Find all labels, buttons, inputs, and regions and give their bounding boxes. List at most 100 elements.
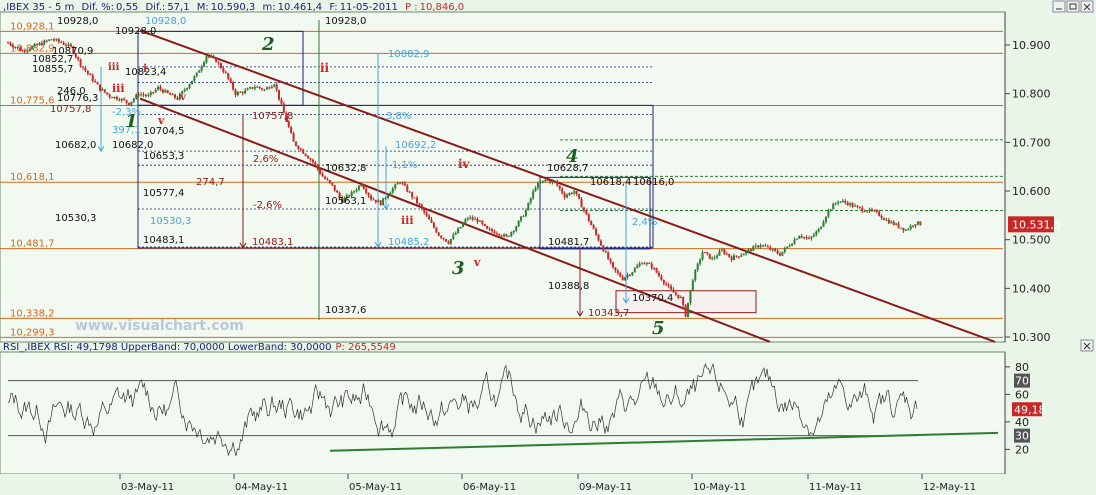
price-axis-label: 10.500 xyxy=(1012,234,1051,247)
price-annotation: 2,6% xyxy=(253,154,278,165)
candle-body xyxy=(45,40,48,42)
date-axis-label: 11-May-11 xyxy=(809,482,862,493)
candle-body xyxy=(60,41,63,43)
candle-body xyxy=(326,178,329,181)
candle-body xyxy=(294,141,297,146)
candle-body xyxy=(241,92,244,94)
candle-body xyxy=(679,297,682,299)
candle-body xyxy=(9,42,12,45)
candle-body xyxy=(55,39,58,41)
fib-level-label: 10,338,2 xyxy=(10,308,55,319)
candle-body xyxy=(186,87,189,90)
candle-body xyxy=(142,94,145,96)
candle-body xyxy=(711,258,714,260)
candle-body xyxy=(824,216,827,222)
candle-body xyxy=(147,94,150,96)
elliott-wave-label: iii xyxy=(401,214,414,227)
price-annotation: 3,8% xyxy=(386,111,411,122)
price-annotation: 10563,1 xyxy=(325,196,366,207)
price-axis-label: 10.300 xyxy=(1012,331,1051,344)
candle-body xyxy=(188,84,191,88)
candle-body xyxy=(21,50,24,52)
candle-body xyxy=(26,50,29,52)
price-annotation: -2,6% xyxy=(253,200,282,211)
candle-body xyxy=(234,89,237,96)
candle-body xyxy=(532,191,535,199)
candle-body xyxy=(161,89,164,93)
candle-body xyxy=(708,253,711,259)
candle-body xyxy=(904,229,907,231)
candle-body xyxy=(875,210,878,212)
maximize-button[interactable] xyxy=(1066,0,1080,13)
candle-body xyxy=(849,203,852,206)
candle-body xyxy=(578,194,581,199)
candle-body xyxy=(805,237,808,239)
candle-body xyxy=(299,148,302,150)
candle-body xyxy=(870,209,873,211)
candle-body xyxy=(38,42,41,45)
candle-body xyxy=(524,210,527,217)
candle-body xyxy=(696,263,699,271)
candle-body xyxy=(556,181,559,186)
candle-body xyxy=(498,233,501,236)
candle-body xyxy=(478,220,481,222)
price-annotation: 10928,0 xyxy=(325,16,366,27)
candle-body xyxy=(914,224,917,226)
candle-body xyxy=(783,248,786,252)
candle-body xyxy=(786,246,789,249)
candle-body xyxy=(432,222,435,228)
candle-body xyxy=(445,239,448,242)
candle-body xyxy=(599,240,602,246)
price-annotation: 10882,9 xyxy=(388,49,429,60)
date-axis-label: 09-May-11 xyxy=(579,482,632,493)
candle-body xyxy=(362,185,365,189)
candle-body xyxy=(377,200,380,203)
candle-body xyxy=(79,59,82,67)
candle-body xyxy=(169,92,172,95)
candle-body xyxy=(607,252,610,260)
candle-body xyxy=(662,280,665,284)
candle-body xyxy=(258,86,261,89)
candle-body xyxy=(670,286,673,290)
candle-body xyxy=(386,195,389,199)
candle-body xyxy=(123,98,126,101)
candle-body xyxy=(643,263,646,265)
candle-body xyxy=(173,94,176,98)
candle-body xyxy=(132,98,135,102)
candle-body xyxy=(324,176,327,179)
candle-body xyxy=(745,251,748,254)
candle-body xyxy=(754,245,757,247)
minimize-button[interactable] xyxy=(1052,0,1066,13)
candle-body xyxy=(597,234,600,241)
candle-body xyxy=(437,232,440,236)
candle-body xyxy=(916,221,919,225)
candle-body xyxy=(769,247,772,250)
candle-body xyxy=(737,256,740,258)
price-annotation: 10343,7 xyxy=(588,308,629,319)
candle-body xyxy=(166,90,169,93)
price-annotation: 10577,4 xyxy=(143,188,184,199)
elliott-wave-label: iv xyxy=(458,157,471,171)
candle-body xyxy=(609,259,612,263)
candle-body xyxy=(612,262,614,268)
candle-body xyxy=(747,249,750,252)
candle-body xyxy=(411,192,414,198)
candle-body xyxy=(858,206,861,208)
candle-body xyxy=(580,198,583,208)
candle-body xyxy=(902,227,905,231)
candle-body xyxy=(82,66,85,68)
candle-body xyxy=(217,62,220,64)
candle-body xyxy=(50,39,53,41)
candle-body xyxy=(374,199,377,203)
candle-body xyxy=(822,221,825,227)
candle-body xyxy=(413,197,416,199)
fib-level-label: 10,481,7 xyxy=(10,239,55,250)
elliott-wave-label: 5 xyxy=(652,318,665,339)
date-axis-label: 05-May-11 xyxy=(349,482,402,493)
candle-body xyxy=(452,234,455,240)
candle-body xyxy=(236,92,239,96)
candle-body xyxy=(353,191,356,193)
candle-body xyxy=(764,245,767,247)
candle-body xyxy=(626,274,629,278)
candle-body xyxy=(130,101,133,106)
